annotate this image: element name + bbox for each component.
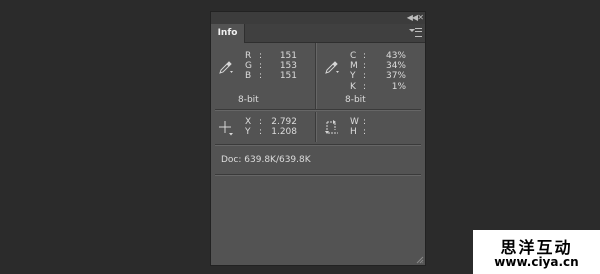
resize-grip-icon[interactable] (416, 256, 424, 264)
eyedropper-icon[interactable] (325, 60, 339, 74)
position-value-x: 2.792 (271, 117, 297, 127)
cmyk-colon-m: : (363, 61, 367, 71)
double-chevron-left-icon[interactable]: ◀◀ (407, 12, 418, 24)
eyedropper-icon[interactable] (219, 60, 233, 74)
position-label-y: Y (245, 127, 251, 137)
position-colon-y: : (259, 127, 263, 137)
rgb-colon-b: : (259, 71, 263, 81)
close-icon[interactable]: ✕ (417, 12, 424, 24)
rgb-value-b: 151 (279, 71, 297, 81)
cmyk-label-m: M (350, 61, 358, 71)
divider-1 (215, 109, 421, 111)
cmyk-colon-c: : (363, 51, 367, 61)
panel-title-strip: ◀◀ ✕ (211, 12, 425, 24)
cmyk-value-y: 37% (385, 71, 406, 81)
cmyk-label-c: C (350, 51, 357, 61)
position-value-y: 1.208 (271, 127, 297, 137)
cmyk-colon-y: : (363, 71, 367, 81)
vertical-divider-bottom (315, 112, 317, 142)
crosshair-icon[interactable] (218, 120, 234, 136)
rgb-colon-g: : (259, 61, 263, 71)
tab-info[interactable]: Info (211, 24, 245, 43)
cmyk-value-k: 1% (391, 82, 406, 92)
doc-size: Doc: 639.8K/639.8K (221, 155, 311, 165)
cmyk-value-m: 34% (385, 61, 406, 71)
info-panel: ◀◀ ✕ Info R : 151 G : 153 B : 151 8-bit … (210, 11, 426, 266)
size-label-w: W (350, 117, 359, 127)
watermark-url: www.ciya.cn (494, 255, 579, 269)
selection-size-icon[interactable] (324, 119, 342, 136)
cmyk-value-c: 43% (385, 51, 406, 61)
rgb-label-g: G (245, 61, 252, 71)
cmyk-bit-depth: 8-bit (345, 95, 366, 105)
divider-3 (215, 174, 421, 176)
rgb-bit-depth: 8-bit (238, 95, 259, 105)
vertical-divider-top (315, 43, 317, 109)
size-colon-h: : (363, 127, 367, 137)
rgb-label-r: R (245, 51, 252, 61)
rgb-colon-r: : (259, 51, 263, 61)
panel-menu-icon[interactable] (409, 26, 423, 38)
cmyk-label-y: Y (350, 71, 356, 81)
cmyk-label-k: K (350, 82, 356, 92)
cmyk-colon-k: : (363, 82, 367, 92)
tab-bar: Info (211, 24, 425, 43)
size-label-h: H (350, 127, 357, 137)
rgb-value-r: 151 (279, 51, 297, 61)
rgb-label-b: B (245, 71, 252, 81)
position-colon-x: : (259, 117, 263, 127)
size-colon-w: : (363, 117, 367, 127)
rgb-value-g: 153 (279, 61, 297, 71)
divider-2 (215, 144, 421, 146)
watermark: 思洋互动 www.ciya.cn (473, 230, 600, 274)
position-label-x: X (245, 117, 252, 127)
